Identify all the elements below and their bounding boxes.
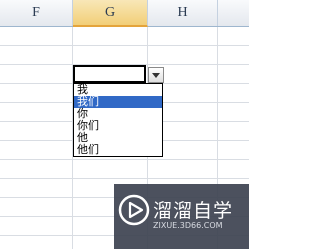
dropdown-button[interactable] — [148, 67, 164, 83]
column-header-label: F — [32, 5, 40, 20]
grid-row-line — [0, 178, 249, 179]
column-header-f[interactable]: F — [0, 0, 73, 26]
grid-row-line — [0, 45, 249, 46]
column-header-g[interactable]: G — [73, 0, 148, 27]
play-logo-icon — [118, 194, 150, 226]
grid-row-line — [0, 159, 249, 160]
column-header-label: H — [177, 5, 188, 20]
active-cell-g[interactable] — [73, 65, 146, 83]
column-header-label: G — [104, 4, 116, 20]
chevron-down-icon — [152, 72, 160, 78]
list-item[interactable]: 他们 — [74, 144, 162, 156]
watermark-title: 溜溜自学 — [153, 200, 234, 222]
column-header-h[interactable]: H — [148, 0, 218, 26]
dropdown-list[interactable]: 我 我们 你 你们 他 他们 — [73, 83, 163, 157]
column-header-bar: F G H — [0, 0, 249, 27]
watermark-url: ZIXUE.3D66.COM — [153, 221, 223, 230]
column-header-i[interactable] — [218, 0, 249, 26]
